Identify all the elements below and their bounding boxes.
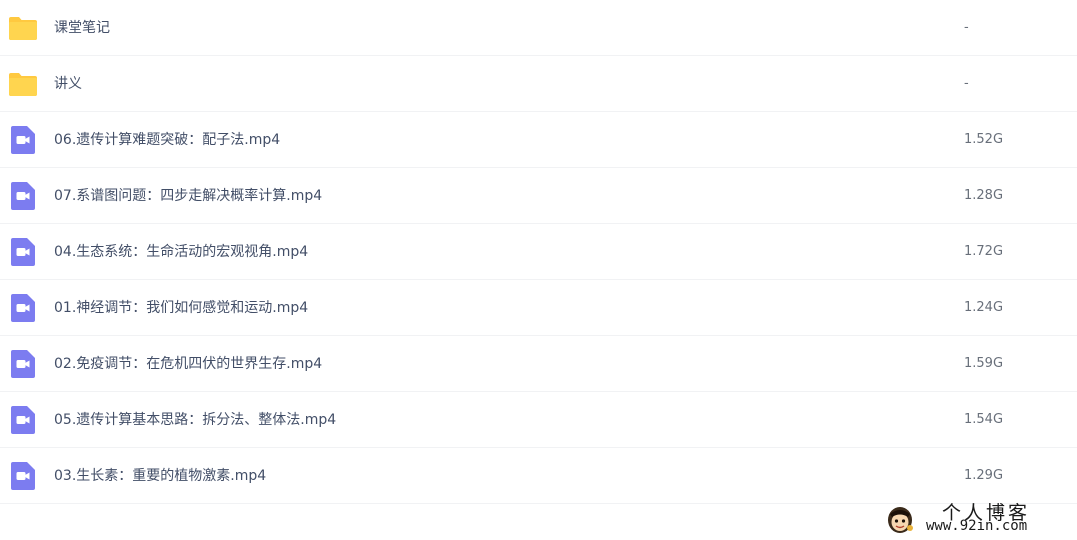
file-row-video[interactable]: 07.系谱图问题：四步走解决概率计算.mp4 1.28G xyxy=(0,168,1077,224)
file-size: 1.24G xyxy=(964,300,1004,315)
file-row-video[interactable]: 04.生态系统：生命活动的宏观视角.mp4 1.72G xyxy=(0,224,1077,280)
file-row-video[interactable]: 03.生长素：重要的植物激素.mp4 1.29G xyxy=(0,448,1077,504)
video-icon xyxy=(11,125,35,154)
folder-icon xyxy=(9,72,37,96)
video-icon xyxy=(11,349,35,378)
file-name[interactable]: 02.免疫调节：在危机四伏的世界生存.mp4 xyxy=(54,336,322,392)
file-row-video[interactable]: 01.神经调节：我们如何感觉和运动.mp4 1.24G xyxy=(0,280,1077,336)
file-size: 1.29G xyxy=(964,468,1004,483)
file-name[interactable]: 05.遗传计算基本思路：拆分法、整体法.mp4 xyxy=(54,392,336,448)
video-icon xyxy=(11,405,35,434)
file-size: 1.59G xyxy=(964,356,1004,371)
file-size: - xyxy=(964,76,969,91)
file-list: 课堂笔记 - 讲义 - 06.遗传计算难题突破：配子法.mp4 1.52G 07… xyxy=(0,0,1077,504)
video-icon xyxy=(11,293,35,322)
file-row-video[interactable]: 02.免疫调节：在危机四伏的世界生存.mp4 1.59G xyxy=(0,336,1077,392)
file-size: 1.54G xyxy=(964,412,1004,427)
file-name[interactable]: 01.神经调节：我们如何感觉和运动.mp4 xyxy=(54,280,308,336)
file-row-folder[interactable]: 讲义 - xyxy=(0,56,1077,112)
file-name[interactable]: 07.系谱图问题：四步走解决概率计算.mp4 xyxy=(54,168,322,224)
file-name[interactable]: 课堂笔记 xyxy=(54,0,110,56)
file-size: 1.28G xyxy=(964,188,1004,203)
video-icon xyxy=(11,461,35,490)
file-row-video[interactable]: 05.遗传计算基本思路：拆分法、整体法.mp4 1.54G xyxy=(0,392,1077,448)
video-icon xyxy=(11,181,35,210)
watermark: 个人博客 www.92in.com xyxy=(882,498,1072,538)
video-icon xyxy=(11,237,35,266)
cartoon-face-logo xyxy=(888,507,913,533)
file-name[interactable]: 04.生态系统：生命活动的宏观视角.mp4 xyxy=(54,224,308,280)
file-size: 1.52G xyxy=(964,132,1004,147)
file-row-video[interactable]: 06.遗传计算难题突破：配子法.mp4 1.52G xyxy=(0,112,1077,168)
file-name[interactable]: 06.遗传计算难题突破：配子法.mp4 xyxy=(54,112,280,168)
file-size: 1.72G xyxy=(964,244,1004,259)
watermark-url: www.92in.com xyxy=(926,518,1028,534)
file-name[interactable]: 讲义 xyxy=(54,56,82,112)
file-name[interactable]: 03.生长素：重要的植物激素.mp4 xyxy=(54,448,266,504)
file-row-folder[interactable]: 课堂笔记 - xyxy=(0,0,1077,56)
file-size: - xyxy=(964,20,969,35)
folder-icon xyxy=(9,16,37,40)
